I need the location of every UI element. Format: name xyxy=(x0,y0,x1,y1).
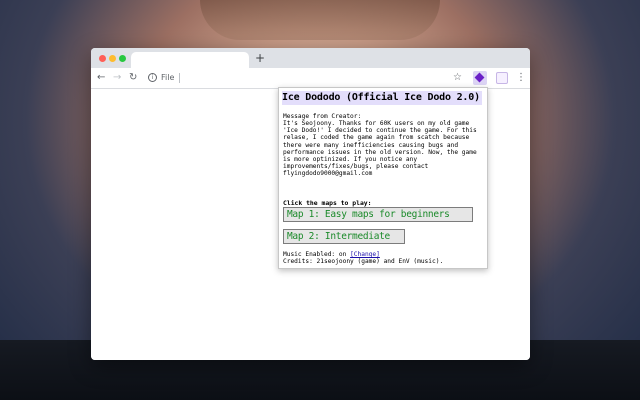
new-tab-button[interactable]: + xyxy=(255,51,265,65)
info-icon[interactable]: i xyxy=(148,73,157,82)
reload-icon[interactable]: ↻ xyxy=(129,71,137,85)
kebab-menu-icon[interactable]: ⋮ xyxy=(516,71,526,85)
arrow-left-icon[interactable]: ← xyxy=(97,71,105,85)
tab-strip: + xyxy=(91,48,530,68)
star-icon[interactable]: ☆ xyxy=(453,71,462,85)
popup-title: Ice Dododo (Official Ice Dodo 2.0) xyxy=(282,91,482,105)
message-body: It's Seojoony. Thanks for 60K users on m… xyxy=(283,120,477,178)
maximize-window-button[interactable] xyxy=(119,55,126,62)
map-2-button[interactable]: Map 2: Intermediate xyxy=(283,229,405,244)
minimize-window-button[interactable] xyxy=(109,55,116,62)
credits-text: Credits: 21seojoony (game) and EnV (musi… xyxy=(283,258,444,265)
arrow-right-icon[interactable]: → xyxy=(113,71,121,85)
background-photo-hair xyxy=(200,0,440,40)
address-bar-scheme[interactable]: File xyxy=(161,72,174,84)
profile-icon[interactable] xyxy=(496,72,508,84)
map-1-button[interactable]: Map 1: Easy maps for beginners xyxy=(283,207,473,222)
extension-popup: Ice Dododo (Official Ice Dodo 2.0) Messa… xyxy=(278,87,488,269)
browser-toolbar: ← → ↻ i File ☆ ⋮ xyxy=(91,68,530,89)
close-window-button[interactable] xyxy=(99,55,106,62)
music-status-text: Music Enabled: on xyxy=(283,251,351,258)
active-tab[interactable] xyxy=(131,52,249,68)
change-music-link[interactable]: [Change] xyxy=(350,251,380,258)
address-bar-separator xyxy=(179,73,180,83)
purple-diamond-extension-icon[interactable] xyxy=(473,71,487,85)
